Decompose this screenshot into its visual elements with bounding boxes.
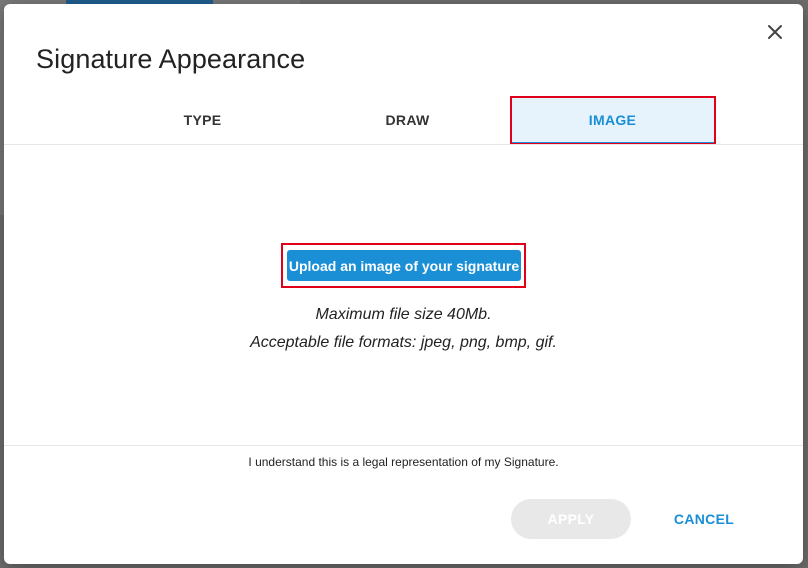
tab-type[interactable]: TYPE	[100, 96, 305, 144]
cancel-button[interactable]: CANCEL	[664, 499, 744, 539]
footer-divider	[4, 445, 803, 446]
tab-image[interactable]: IMAGE	[510, 96, 715, 144]
accepted-formats-text: Acceptable file formats: jpeg, png, bmp,…	[250, 334, 557, 351]
signature-appearance-dialog: Signature Appearance TYPE DRAW IMAGE Upl…	[4, 4, 803, 564]
upload-signature-image-button[interactable]: Upload an image of your signature	[287, 250, 521, 281]
close-button[interactable]	[763, 20, 787, 44]
legal-notice: I understand this is a legal representat…	[248, 455, 559, 469]
max-file-size-text: Maximum file size 40Mb.	[315, 306, 492, 323]
dialog-title: Signature Appearance	[36, 44, 306, 74]
tabs-divider	[4, 144, 803, 145]
tab-bar: TYPE DRAW IMAGE	[100, 96, 716, 144]
tab-draw[interactable]: DRAW	[305, 96, 510, 144]
apply-button[interactable]: APPLY	[511, 499, 631, 539]
close-icon	[768, 25, 782, 39]
